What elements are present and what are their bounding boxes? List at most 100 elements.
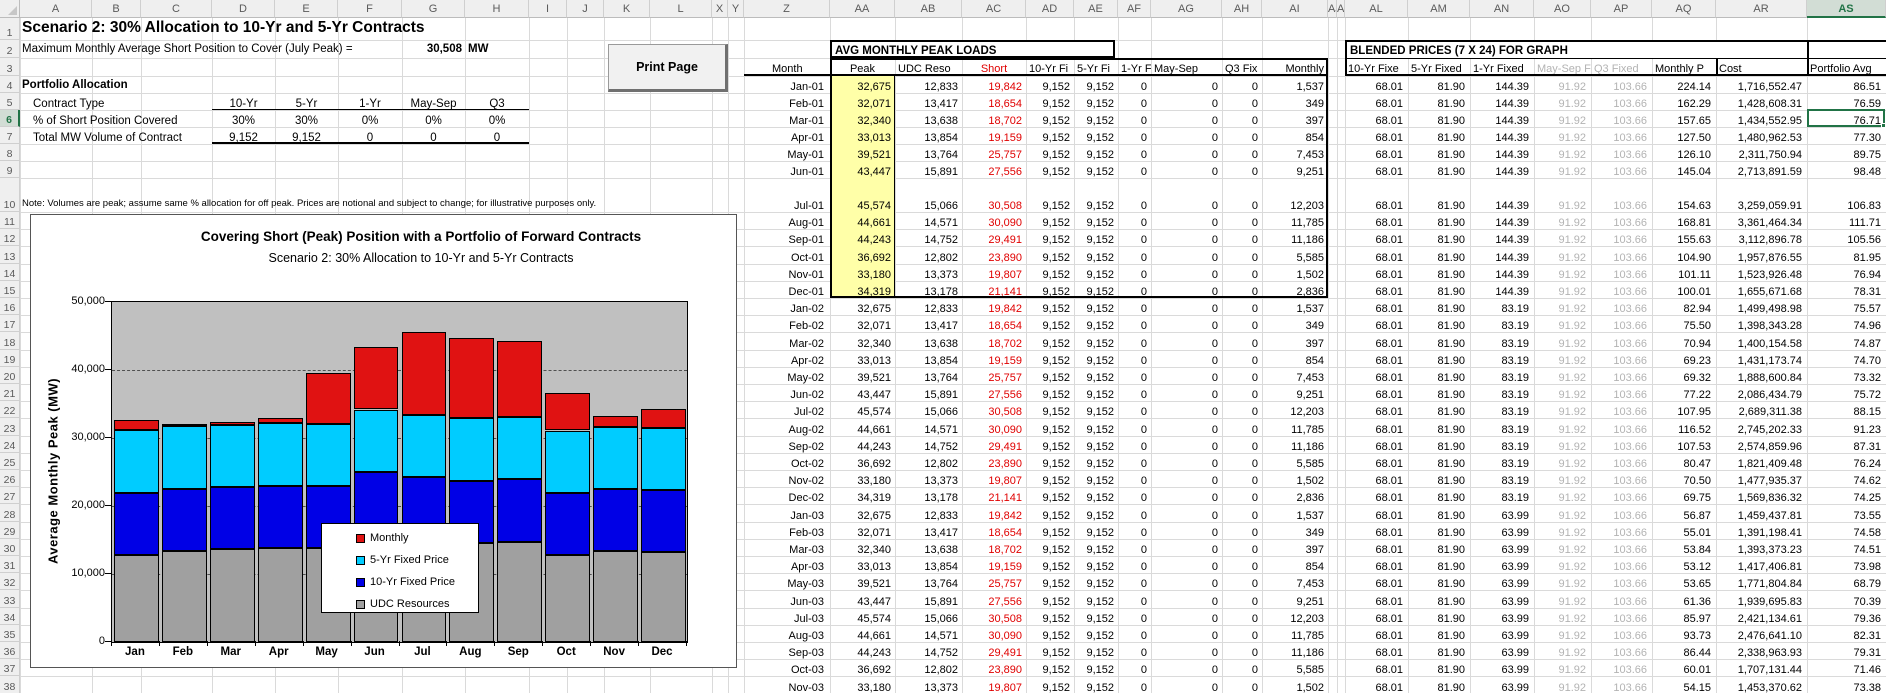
selection-fill-handle[interactable]: [1881, 123, 1886, 128]
peak-data-cell[interactable]: 32,675: [830, 504, 895, 521]
peak-data-cell[interactable]: 0: [1118, 453, 1151, 470]
month-cell[interactable]: May-02: [744, 367, 828, 384]
month-cell[interactable]: Aug-02: [744, 418, 828, 435]
peak-data-cell[interactable]: 9,152: [1074, 161, 1118, 178]
peak-data-cell[interactable]: 0: [1222, 504, 1262, 521]
peak-data-cell[interactable]: 397: [1262, 539, 1328, 556]
peak-table-header[interactable]: 5-Yr Fi: [1074, 58, 1118, 75]
column-header-AB[interactable]: AB: [895, 0, 962, 18]
peak-data-cell[interactable]: 9,152: [1074, 315, 1118, 332]
blended-data-cell[interactable]: 68.79: [1807, 573, 1885, 590]
peak-data-cell[interactable]: 0: [1118, 178, 1151, 212]
peak-data-cell[interactable]: 23,890: [962, 659, 1026, 676]
column-header-A[interactable]: A: [20, 0, 92, 18]
blended-data-cell[interactable]: 74.70: [1807, 350, 1885, 367]
blended-data-cell[interactable]: 63.99: [1470, 504, 1533, 521]
peak-data-cell[interactable]: 0: [1118, 418, 1151, 435]
blended-data-cell[interactable]: 103.66: [1591, 350, 1651, 367]
blended-data-cell[interactable]: 81.90: [1408, 127, 1469, 144]
blended-data-cell[interactable]: 77.30: [1807, 127, 1885, 144]
blended-data-cell[interactable]: 224.14: [1652, 76, 1715, 93]
peak-data-cell[interactable]: 21,141: [962, 281, 1026, 298]
column-header-AL[interactable]: AL: [1345, 0, 1408, 18]
peak-data-cell[interactable]: 0: [1118, 110, 1151, 127]
blended-data-cell[interactable]: 91.92: [1534, 453, 1590, 470]
blended-table-header[interactable]: Cost: [1716, 58, 1807, 75]
peak-data-cell[interactable]: 5,585: [1262, 659, 1328, 676]
peak-data-cell[interactable]: 0: [1222, 470, 1262, 487]
peak-data-cell[interactable]: 0: [1118, 504, 1151, 521]
peak-data-cell[interactable]: 0: [1222, 229, 1262, 246]
blended-data-cell[interactable]: 55.01: [1652, 522, 1715, 539]
peak-data-cell[interactable]: 9,152: [1026, 590, 1074, 607]
peak-data-cell[interactable]: 9,152: [1074, 384, 1118, 401]
peak-data-cell[interactable]: 0: [1222, 642, 1262, 659]
blended-data-cell[interactable]: 103.66: [1591, 246, 1651, 263]
peak-data-cell[interactable]: 0: [1151, 281, 1222, 298]
peak-data-cell[interactable]: 0: [1118, 367, 1151, 384]
blended-data-cell[interactable]: 73.32: [1807, 367, 1885, 384]
peak-data-cell[interactable]: 15,891: [895, 384, 962, 401]
peak-data-cell[interactable]: 13,373: [895, 264, 962, 281]
peak-data-cell[interactable]: 34,319: [830, 487, 895, 504]
month-cell[interactable]: Jun-03: [744, 590, 828, 607]
peak-data-cell[interactable]: 0: [1222, 659, 1262, 676]
blended-data-cell[interactable]: 144.39: [1470, 127, 1533, 144]
blended-data-cell[interactable]: 63.99: [1470, 676, 1533, 693]
row-header-29[interactable]: 29: [0, 522, 20, 539]
peak-data-cell[interactable]: 7,453: [1262, 144, 1328, 161]
blended-data-cell[interactable]: 63.99: [1470, 642, 1533, 659]
peak-data-cell[interactable]: 9,152: [1074, 625, 1118, 642]
peak-data-cell[interactable]: 9,152: [1026, 384, 1074, 401]
month-cell[interactable]: Jun-01: [744, 161, 828, 178]
peak-data-cell[interactable]: 30,090: [962, 212, 1026, 229]
blended-data-cell[interactable]: 91.92: [1534, 332, 1590, 349]
blended-data-cell[interactable]: 91.92: [1534, 539, 1590, 556]
month-cell[interactable]: Feb-02: [744, 315, 828, 332]
blended-data-cell[interactable]: 1,434,552.95: [1716, 110, 1806, 127]
blended-data-cell[interactable]: 162.29: [1652, 93, 1715, 110]
blended-data-cell[interactable]: 2,745,202.33: [1716, 418, 1806, 435]
peak-data-cell[interactable]: 32,071: [830, 522, 895, 539]
blended-data-cell[interactable]: 103.66: [1591, 298, 1651, 315]
blended-data-cell[interactable]: 103.66: [1591, 76, 1651, 93]
peak-data-cell[interactable]: 1,537: [1262, 504, 1328, 521]
peak-data-cell[interactable]: 0: [1151, 315, 1222, 332]
blended-data-cell[interactable]: 1,771,804.84: [1716, 573, 1806, 590]
blended-data-cell[interactable]: 81.90: [1408, 401, 1469, 418]
blended-data-cell[interactable]: 68.01: [1345, 127, 1407, 144]
peak-data-cell[interactable]: 34,319: [830, 281, 895, 298]
peak-data-cell[interactable]: 44,243: [830, 229, 895, 246]
peak-data-cell[interactable]: 13,854: [895, 556, 962, 573]
peak-data-cell[interactable]: 12,203: [1262, 608, 1328, 625]
peak-data-cell[interactable]: 11,186: [1262, 436, 1328, 453]
row-header-36[interactable]: 36: [0, 642, 20, 659]
peak-data-cell[interactable]: 32,071: [830, 93, 895, 110]
blended-data-cell[interactable]: 2,086,434.79: [1716, 384, 1806, 401]
blended-data-cell[interactable]: 1,453,370.62: [1716, 676, 1806, 693]
peak-data-cell[interactable]: 25,757: [962, 573, 1026, 590]
blended-data-cell[interactable]: 68.01: [1345, 418, 1407, 435]
peak-data-cell[interactable]: 12,802: [895, 659, 962, 676]
blended-data-cell[interactable]: 155.63: [1652, 229, 1715, 246]
peak-data-cell[interactable]: 0: [1118, 659, 1151, 676]
peak-data-cell[interactable]: 30,508: [962, 608, 1026, 625]
peak-data-cell[interactable]: 9,152: [1074, 642, 1118, 659]
blended-data-cell[interactable]: 1,398,343.28: [1716, 315, 1806, 332]
blended-data-cell[interactable]: 68.01: [1345, 539, 1407, 556]
blended-data-cell[interactable]: 144.39: [1470, 144, 1533, 161]
blended-data-cell[interactable]: 68.01: [1345, 487, 1407, 504]
peak-data-cell[interactable]: 0: [1151, 470, 1222, 487]
peak-data-cell[interactable]: 23,890: [962, 246, 1026, 263]
month-cell[interactable]: Dec-02: [744, 487, 828, 504]
blended-data-cell[interactable]: 68.01: [1345, 110, 1407, 127]
peak-data-cell[interactable]: 0: [1222, 539, 1262, 556]
month-cell[interactable]: Oct-02: [744, 453, 828, 470]
blended-data-cell[interactable]: 76.94: [1807, 264, 1885, 281]
blended-data-cell[interactable]: 83.19: [1470, 418, 1533, 435]
blended-data-cell[interactable]: 1,569,836.32: [1716, 487, 1806, 504]
blended-data-cell[interactable]: 68.01: [1345, 246, 1407, 263]
blended-data-cell[interactable]: 91.92: [1534, 504, 1590, 521]
blended-data-cell[interactable]: 103.66: [1591, 676, 1651, 693]
peak-data-cell[interactable]: 9,152: [1026, 642, 1074, 659]
